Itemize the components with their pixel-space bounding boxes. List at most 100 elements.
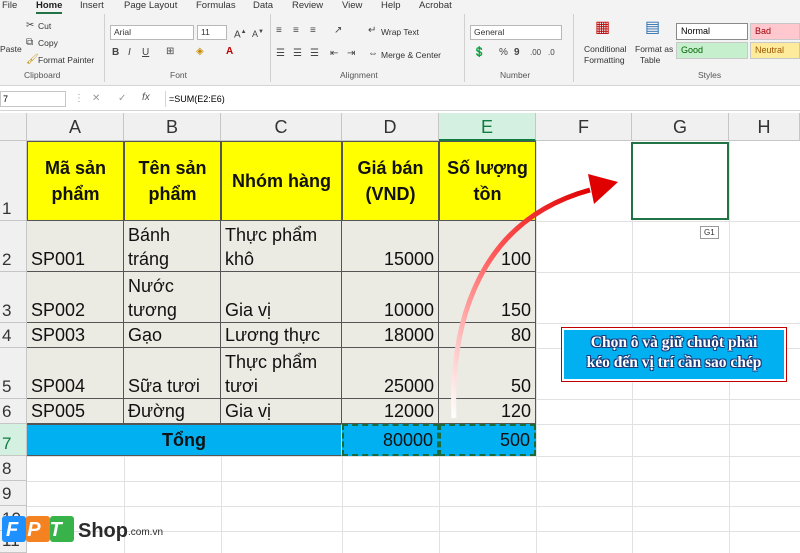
row-header-6[interactable]: 6 — [0, 399, 27, 424]
decrease-font-icon[interactable]: A▼ — [252, 26, 264, 40]
paste-button[interactable]: Paste — [0, 44, 22, 54]
tab-view[interactable]: View — [342, 0, 362, 14]
tab-review[interactable]: Review — [292, 0, 323, 14]
tab-formulas[interactable]: Formulas — [196, 0, 236, 14]
row-header-1[interactable]: 1 — [0, 141, 27, 221]
merge-center-button[interactable]: Merge & Center — [381, 50, 441, 60]
percent-style-icon[interactable]: % — [499, 47, 508, 59]
cell-b3[interactable]: Nước tương — [124, 272, 221, 323]
header-gia-ban[interactable]: Giá bán (VND) — [342, 141, 439, 221]
wrap-text-button[interactable]: Wrap Text — [381, 27, 419, 37]
format-painter-button[interactable]: Format Painter — [38, 55, 94, 65]
enter-icon[interactable]: ✓ — [118, 93, 126, 105]
insert-function-icon[interactable]: fx — [142, 92, 150, 104]
wrap-text-icon[interactable]: ↵ — [368, 25, 376, 37]
cut-button[interactable]: Cut — [38, 21, 51, 31]
column-header-e[interactable]: E — [439, 113, 536, 141]
decrease-indent-icon[interactable]: ⇤ — [330, 48, 338, 60]
drop-target-cell-g1[interactable] — [631, 142, 729, 220]
select-all-corner[interactable] — [0, 113, 27, 141]
style-good[interactable]: Good — [676, 42, 748, 59]
name-box[interactable]: 7 — [0, 91, 66, 107]
underline-icon[interactable]: U — [142, 47, 149, 59]
row-header-3[interactable]: 3 — [0, 272, 27, 323]
header-nhom-hang[interactable]: Nhóm hàng — [221, 141, 342, 221]
style-bad[interactable]: Bad — [750, 23, 800, 40]
cell-b5[interactable]: Sữa tươi — [124, 348, 221, 399]
decrease-decimal-icon[interactable]: .0 — [548, 47, 555, 59]
increase-font-icon[interactable]: A▲ — [234, 26, 247, 41]
cell-d5[interactable]: 25000 — [342, 348, 439, 399]
tab-file[interactable]: File — [2, 0, 17, 14]
formula-input[interactable]: =SUM(E2:E6) — [165, 91, 800, 107]
align-top-icon[interactable]: ≡ — [276, 25, 282, 37]
style-normal[interactable]: Normal — [676, 23, 748, 40]
cancel-icon[interactable]: ✕ — [92, 93, 100, 105]
font-name-select[interactable]: Arial — [110, 25, 194, 40]
number-format-select[interactable]: General — [470, 25, 562, 40]
row-header-7[interactable]: 7 — [0, 424, 27, 456]
cell-a6[interactable]: SP005 — [27, 399, 124, 424]
format-as-table-button[interactable]: Format as — [635, 44, 673, 54]
cell-d6[interactable]: 12000 — [342, 399, 439, 424]
cell-b4[interactable]: Gạo — [124, 323, 221, 348]
copy-button[interactable]: Copy — [38, 38, 58, 48]
tab-acrobat[interactable]: Acrobat — [419, 0, 452, 14]
increase-indent-icon[interactable]: ⇥ — [347, 48, 355, 60]
cell-d3[interactable]: 10000 — [342, 272, 439, 323]
style-neutral[interactable]: Neutral — [750, 42, 800, 59]
align-left-icon[interactable]: ☰ — [276, 48, 285, 60]
align-bottom-icon[interactable]: ≡ — [310, 25, 316, 37]
row-header-8[interactable]: 8 — [0, 456, 27, 481]
header-ma-san-pham[interactable]: Mã sản phẩm — [27, 141, 124, 221]
cell-c2[interactable]: Thực phẩm khô — [221, 221, 342, 272]
font-color-icon[interactable]: A — [226, 46, 233, 58]
accounting-format-icon[interactable]: 💲 — [473, 47, 485, 59]
column-header-d[interactable]: D — [342, 113, 439, 141]
cell-d7[interactable]: 80000 — [342, 424, 439, 456]
align-middle-icon[interactable]: ≡ — [293, 25, 299, 37]
conditional-formatting-button[interactable]: Conditional — [584, 44, 627, 54]
column-header-g[interactable]: G — [632, 113, 729, 141]
cell-c4[interactable]: Lương thực — [221, 323, 342, 348]
cell-c5[interactable]: Thực phẩm tươi — [221, 348, 342, 399]
borders-icon[interactable]: ⊞ — [166, 46, 174, 58]
cell-a4[interactable]: SP003 — [27, 323, 124, 348]
italic-icon[interactable]: I — [128, 47, 131, 59]
cell-d4[interactable]: 18000 — [342, 323, 439, 348]
tab-page-layout[interactable]: Page Layout — [124, 0, 177, 14]
column-header-b[interactable]: B — [124, 113, 221, 141]
cell-d2[interactable]: 15000 — [342, 221, 439, 272]
column-header-h[interactable]: H — [729, 113, 800, 141]
cell-c3[interactable]: Gia vị — [221, 272, 342, 323]
bold-icon[interactable]: B — [112, 47, 119, 59]
cell-b2[interactable]: Bánh tráng — [124, 221, 221, 272]
cell-b6[interactable]: Đường — [124, 399, 221, 424]
row-header-2[interactable]: 2 — [0, 221, 27, 272]
align-center-icon[interactable]: ☰ — [293, 48, 302, 60]
tab-data[interactable]: Data — [253, 0, 273, 14]
total-label-cell[interactable]: Tổng — [27, 424, 342, 456]
fill-color-icon[interactable]: ◈ — [196, 46, 204, 58]
orientation-icon[interactable]: ↗ — [334, 25, 342, 37]
merge-center-icon[interactable]: ⇔ — [368, 48, 378, 60]
tab-insert[interactable]: Insert — [80, 0, 104, 14]
header-ten-san-pham[interactable]: Tên sản phẩm — [124, 141, 221, 221]
ribbon-divider — [464, 14, 465, 82]
column-header-a[interactable]: A — [27, 113, 124, 141]
increase-decimal-icon[interactable]: .00 — [530, 47, 541, 59]
row-header-9[interactable]: 9 — [0, 481, 27, 506]
cell-a5[interactable]: SP004 — [27, 348, 124, 399]
comma-style-icon[interactable]: 9 — [514, 47, 520, 59]
tab-home[interactable]: Home — [36, 0, 63, 14]
cell-c6[interactable]: Gia vị — [221, 399, 342, 424]
row-header-4[interactable]: 4 — [0, 323, 27, 348]
font-size-select[interactable]: 11 — [197, 25, 227, 40]
row-header-5[interactable]: 5 — [0, 348, 27, 399]
tab-help[interactable]: Help — [381, 0, 401, 14]
column-header-f[interactable]: F — [536, 113, 632, 141]
column-header-c[interactable]: C — [221, 113, 342, 141]
cell-a2[interactable]: SP001 — [27, 221, 124, 272]
align-right-icon[interactable]: ☰ — [310, 48, 319, 60]
cell-a3[interactable]: SP002 — [27, 272, 124, 323]
